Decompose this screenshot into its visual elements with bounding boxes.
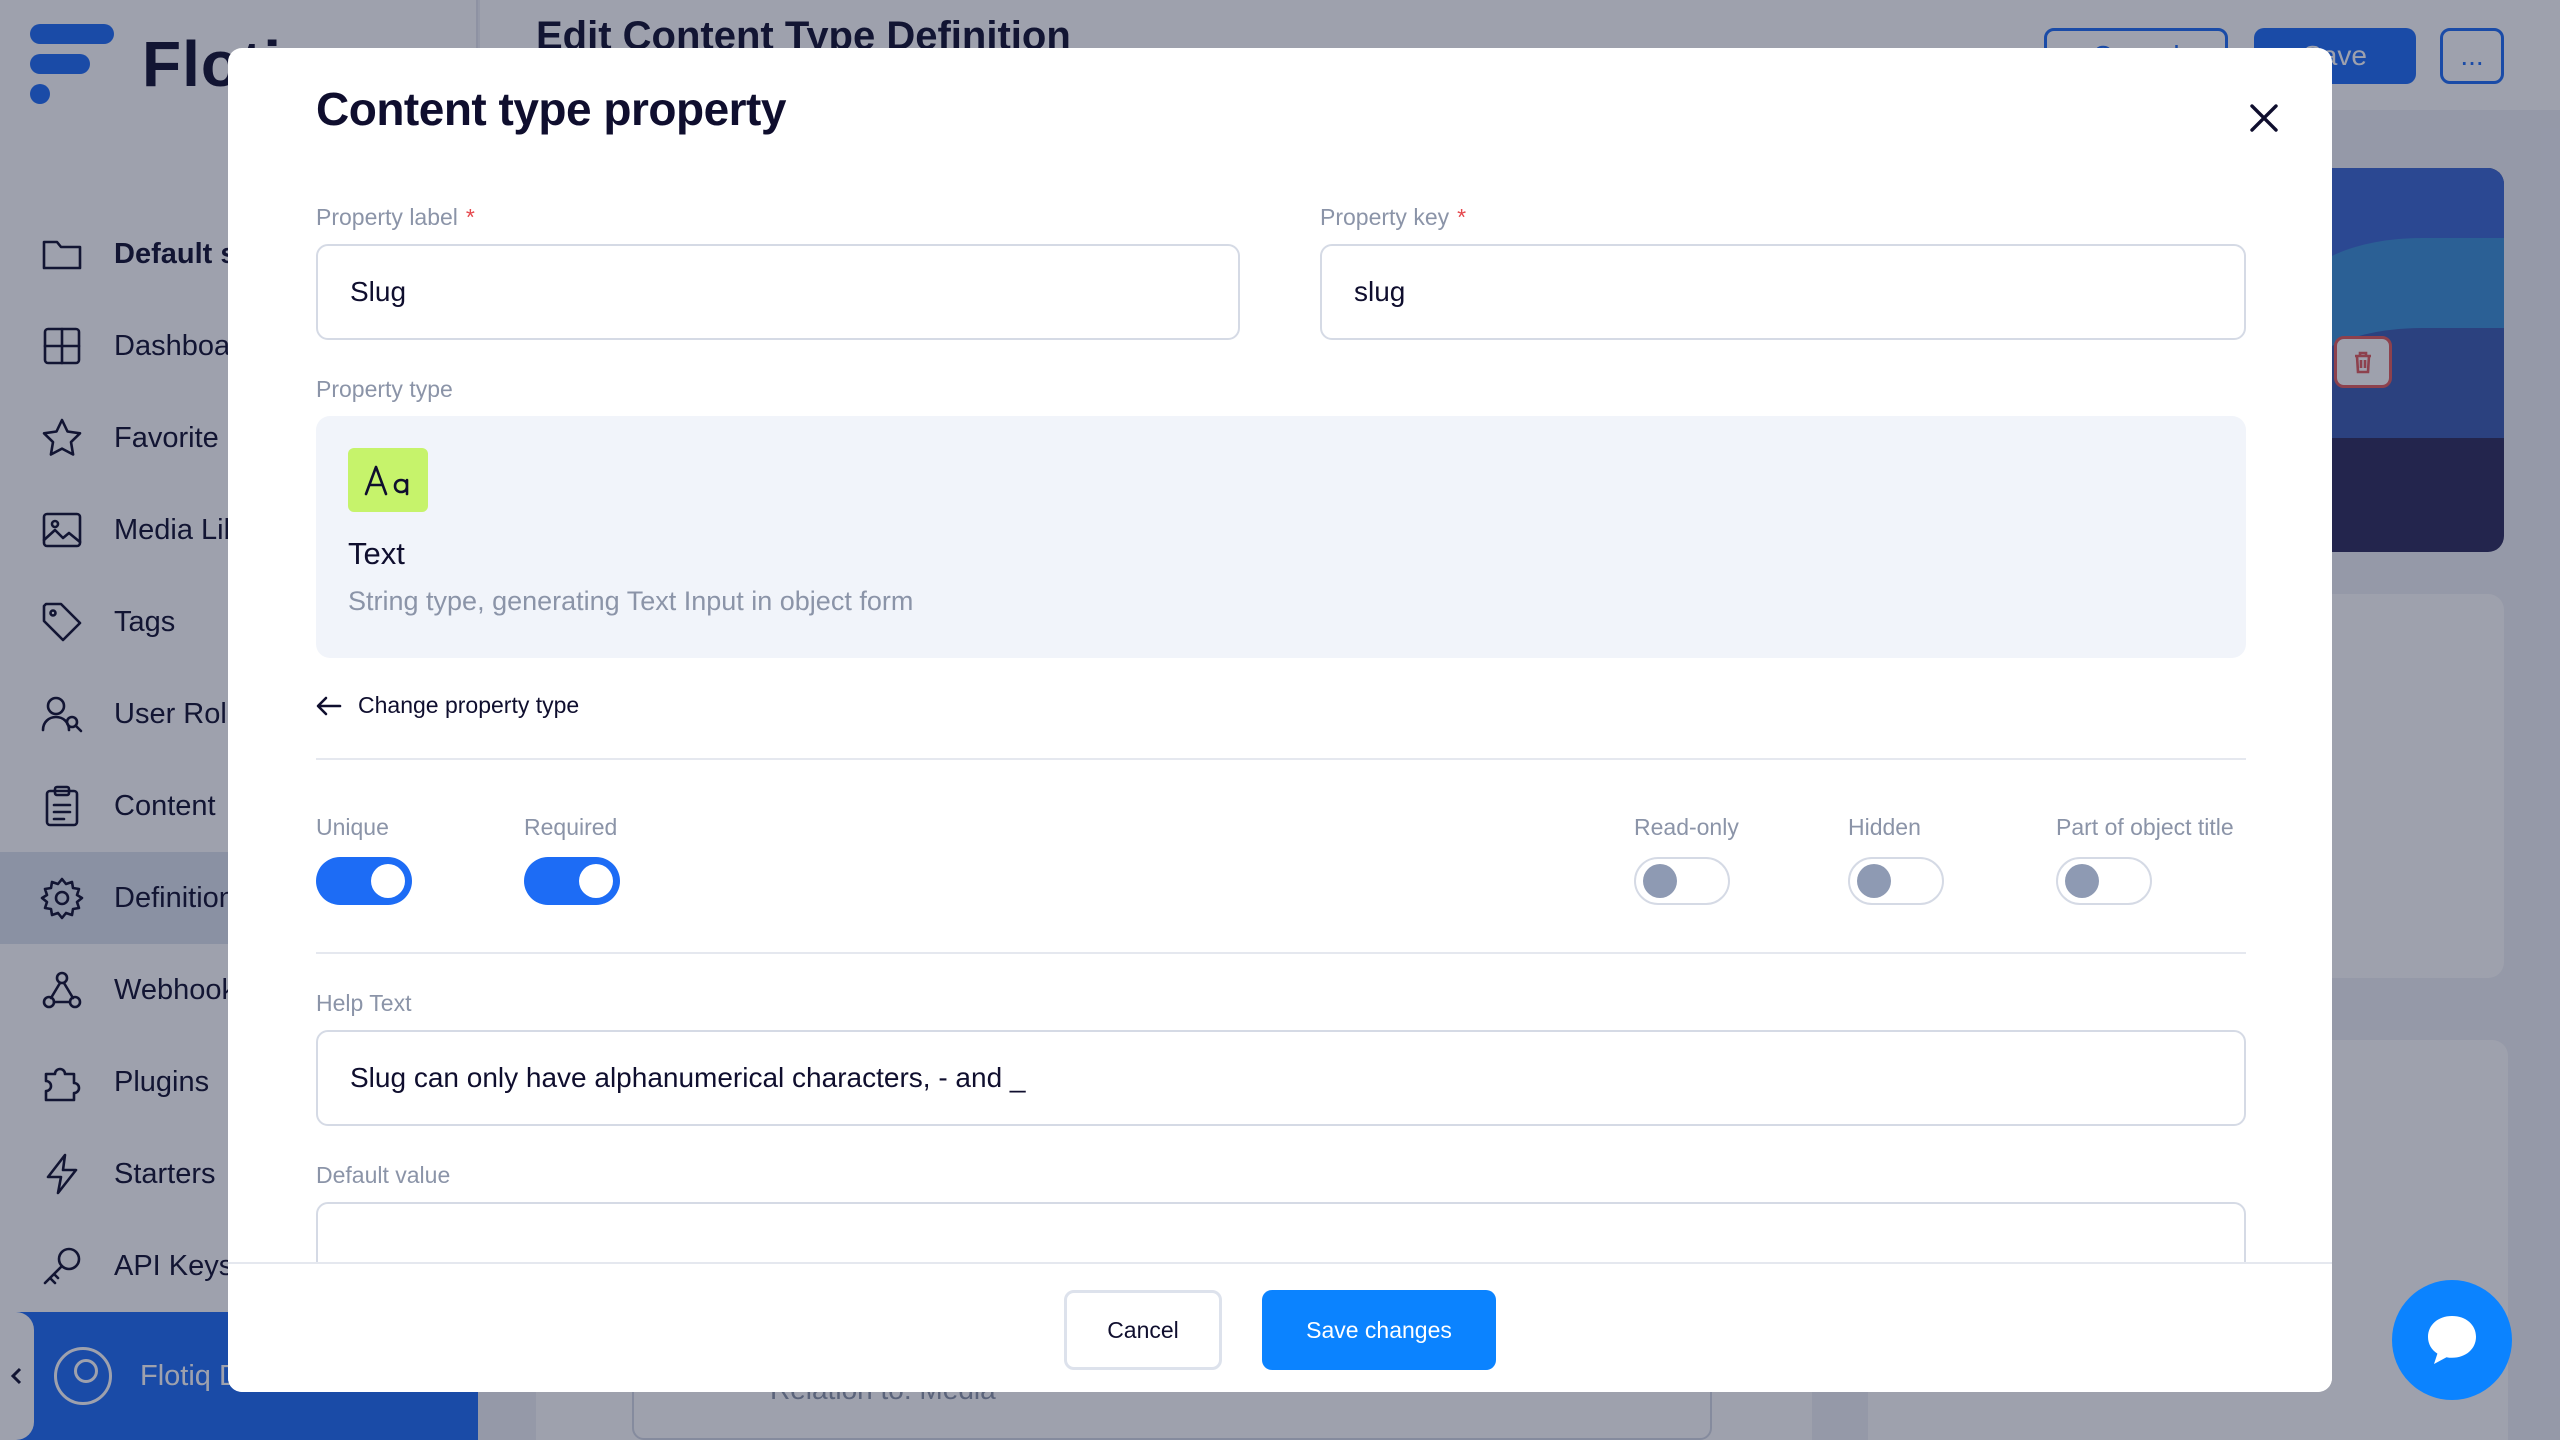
chat-icon — [2428, 1316, 2476, 1364]
required-label: Required — [524, 814, 618, 840]
close-icon — [2250, 104, 2278, 132]
divider — [316, 758, 2246, 760]
property-key-input[interactable] — [1320, 244, 2246, 340]
read-only-toggle[interactable] — [1634, 857, 1730, 905]
required-toggle[interactable] — [524, 857, 620, 905]
unique-label: Unique — [316, 814, 389, 840]
property-type-description: String type, generating Text Input in ob… — [348, 586, 914, 616]
required-setting: Required — [524, 814, 620, 905]
property-type-card: Text String type, generating Text Input … — [316, 416, 2246, 658]
hidden-setting: Hidden — [1848, 814, 1944, 905]
property-type-label: Property type — [316, 376, 453, 402]
property-label-label: Property label * — [316, 204, 475, 230]
property-label-input[interactable] — [316, 244, 1240, 340]
modal-footer: Cancel Save changes — [228, 1262, 2332, 1392]
chat-widget-button[interactable] — [2392, 1280, 2512, 1400]
required-mark: * — [465, 204, 475, 230]
arrow-left-icon — [316, 696, 342, 715]
part-of-title-label: Part of object title — [2056, 814, 2234, 840]
cancel-button[interactable]: Cancel — [1064, 1290, 1222, 1370]
unique-setting: Unique — [316, 814, 412, 905]
read-only-label: Read-only — [1634, 814, 1739, 840]
property-key-label: Property key * — [1320, 204, 1467, 230]
modal-title: Content type property — [316, 83, 786, 135]
required-mark: * — [1457, 204, 1467, 230]
default-value-label: Default value — [316, 1162, 451, 1188]
property-type-name: Text — [348, 536, 405, 571]
save-changes-button[interactable]: Save changes — [1262, 1290, 1496, 1370]
help-text-label: Help Text — [316, 990, 412, 1016]
unique-toggle[interactable] — [316, 857, 412, 905]
divider — [316, 952, 2246, 954]
help-text-input[interactable] — [316, 1030, 2246, 1126]
text-type-icon — [348, 448, 428, 512]
hidden-toggle[interactable] — [1848, 857, 1944, 905]
part-of-title-setting: Part of object title — [2056, 814, 2234, 905]
property-modal: Content type property Property label* Pr… — [228, 48, 2332, 1392]
read-only-setting: Read-only — [1634, 814, 1739, 905]
change-property-type-link[interactable]: Change property type — [316, 692, 579, 719]
hidden-label: Hidden — [1848, 814, 1921, 840]
part-of-title-toggle[interactable] — [2056, 857, 2152, 905]
close-modal-button[interactable] — [2244, 98, 2284, 138]
